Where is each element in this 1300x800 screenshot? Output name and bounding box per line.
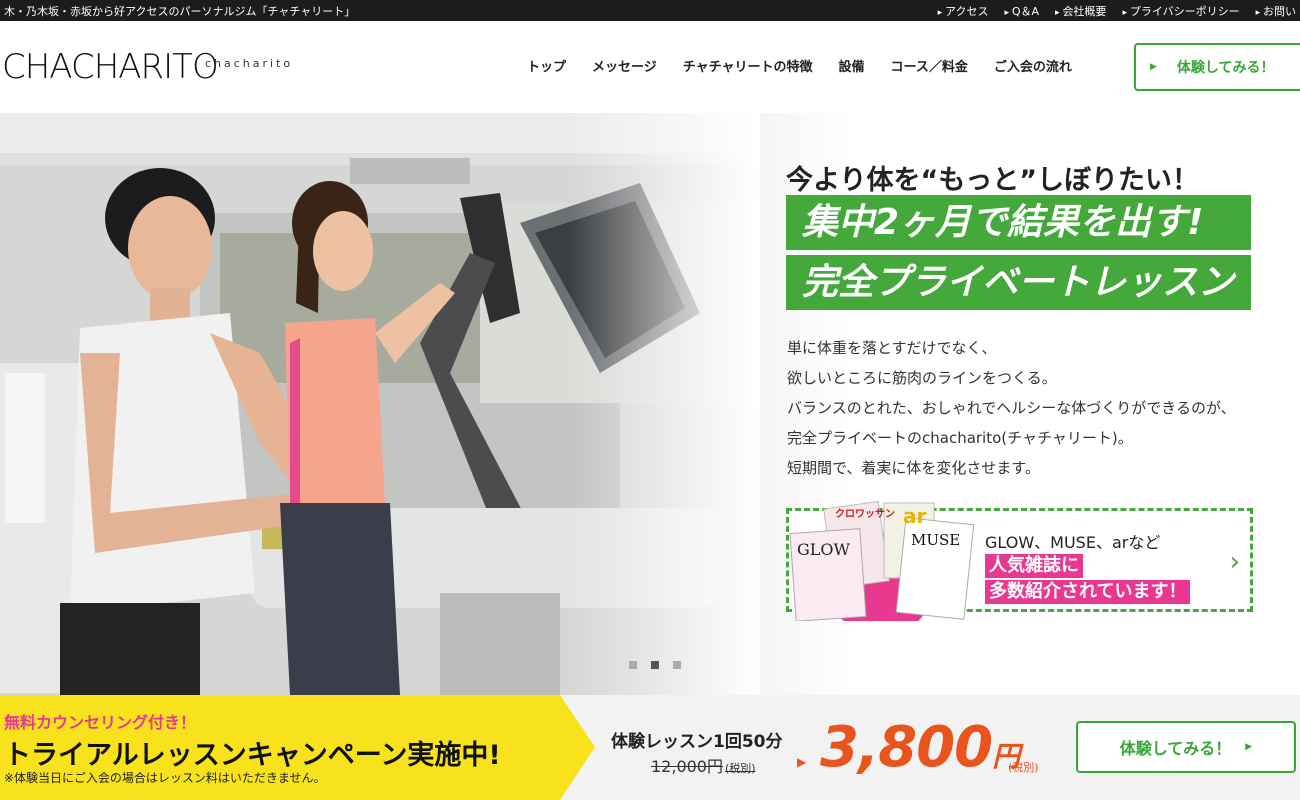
topbar-link-company[interactable]: 会社概要 [1055, 3, 1106, 19]
hero-description: 単に体重を落とすだけでなく、 欲しいところに筋肉のラインをつくる。 バランスのと… [787, 333, 1236, 483]
campaign-free-counseling: 無料カウンセリング付き！ [4, 713, 197, 732]
regular-price-tax: (税別) [725, 762, 756, 775]
hero-description-line: バランスのとれた、おしゃれでヘルシーな体づくりができるのが、 [787, 399, 1236, 417]
trial-lesson-label: 体験レッスン1回50分 [611, 732, 783, 752]
topbar-link-qa[interactable]: Q＆A [1004, 3, 1039, 19]
campaign-price-tax: (税別) [1008, 761, 1039, 774]
magazine-covers: GLOW クロワッサン ar MUSE [789, 500, 975, 621]
play-arrow-icon: ▶ [1150, 62, 1157, 72]
campaign-title: トライアルレッスンキャンペーン実施中! [4, 740, 501, 771]
media-feature-banner[interactable]: GLOW クロワッサン ar MUSE GLOW、MUSE、arなど 人気雑誌に… [786, 500, 1253, 621]
campaign-price-value: 3,800 [820, 715, 993, 780]
media-highlight-popular: 人気雑誌に [985, 554, 1083, 578]
media-highlight-featured: 多数紹介されています！ [985, 580, 1191, 604]
slider-dots [629, 661, 681, 669]
magazine-glow: GLOW [797, 540, 851, 559]
nav-item-courses[interactable]: コース／料金 [891, 56, 968, 75]
campaign-banner: 無料カウンセリング付き！ トライアルレッスンキャンペーン実施中! ※体験当日にご… [0, 695, 1300, 800]
regular-price: 12,000円 (税別) [651, 753, 756, 777]
site-header: CHACHARITO chacharito トップ メッセージ チャチャリートの… [0, 21, 1300, 113]
hero-photo [0, 113, 760, 695]
magazine-ar: ar [903, 504, 926, 528]
hero-headline-results: 集中2ヶ月で結果を出す! [786, 195, 1251, 250]
price-arrow-icon: ▶ [797, 755, 807, 769]
magazine-muse: MUSE [911, 531, 960, 549]
top-info-bar: 木・乃木坂・赤坂から好アクセスのパーソナルジム「チャチャリート」 アクセス Q＆… [0, 0, 1300, 21]
nav-item-facilities[interactable]: 設備 [839, 56, 865, 75]
hero-description-line: 短期間で、着実に体を変化させます。 [787, 459, 1040, 477]
hero-description-line: 欲しいところに筋肉のラインをつくる。 [787, 369, 1057, 387]
topbar-link-privacy[interactable]: プライバシーポリシー [1122, 3, 1240, 19]
topbar-link-contact[interactable]: お問い [1256, 3, 1296, 19]
slider-dot[interactable] [673, 661, 681, 669]
slider-dot-active[interactable] [651, 661, 659, 669]
play-arrow-icon: ▶ [1245, 742, 1253, 752]
topbar-links: アクセス Q＆A 会社概要 プライバシーポリシー お問い [938, 3, 1296, 19]
hero-slider: 今より体を“もっと”しぼりたい！ 集中2ヶ月で結果を出す! 完全プライベートレッ… [0, 113, 1300, 695]
site-logo[interactable]: CHACHARITO [2, 47, 219, 87]
topbar-link-access[interactable]: アクセス [938, 3, 988, 19]
hero-headline-private: 完全プライベートレッスン [786, 255, 1251, 310]
nav-item-features[interactable]: チャチャリートの特徴 [683, 56, 813, 75]
regular-price-value: 12,000円 [651, 757, 723, 776]
hero-catchphrase: 今より体を“もっと”しぼりたい！ [786, 165, 1199, 196]
topbar-tagline: 木・乃木坂・赤坂から好アクセスのパーソナルジム「チャチャリート」 [4, 4, 356, 18]
main-nav: トップ メッセージ チャチャリートの特徴 設備 コース／料金 ご入会の流れ [527, 56, 1072, 75]
campaign-trial-button[interactable]: 体験してみる！ ▶ [1076, 721, 1296, 773]
hero-description-line: 単に体重を落とすだけでなく、 [787, 339, 997, 357]
chevron-right-icon: › [1229, 547, 1240, 577]
site-logo-subtitle: chacharito [205, 57, 294, 70]
magazine-croissant: クロワッサン [835, 508, 895, 520]
campaign-trial-label: 体験してみる！ [1119, 739, 1232, 758]
campaign-note: ※体験当日にご入会の場合はレッスン料はいただきません。 [4, 771, 326, 785]
slider-dot[interactable] [629, 661, 637, 669]
media-title: GLOW、MUSE、arなど [985, 533, 1161, 552]
header-trial-label: 体験してみる！ [1176, 60, 1275, 76]
hero-description-line: 完全プライベートのchacharito(チャチャリート)。 [787, 429, 1133, 447]
nav-item-join-flow[interactable]: ご入会の流れ [994, 56, 1072, 75]
campaign-price: 3,800円 [820, 715, 1020, 780]
nav-item-top[interactable]: トップ [527, 56, 566, 75]
nav-item-message[interactable]: メッセージ [592, 56, 657, 75]
header-trial-button[interactable]: ▶ 体験してみる！ [1134, 43, 1300, 91]
